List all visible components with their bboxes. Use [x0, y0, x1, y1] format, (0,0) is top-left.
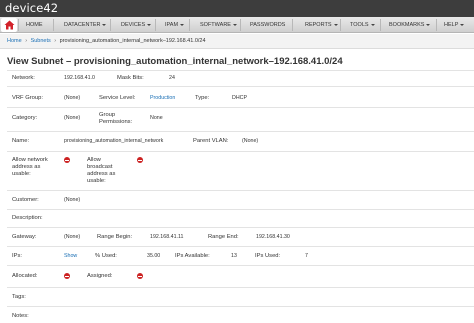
service-level-label: Service Level: [99, 95, 136, 101]
no-icon [64, 273, 70, 279]
home-icon [4, 20, 14, 30]
nav-help[interactable]: HELP [444, 17, 465, 33]
category-label: Category: [12, 115, 38, 121]
no-icon [137, 157, 143, 163]
row-divider [7, 227, 474, 228]
row-divider [7, 246, 474, 247]
row-divider [7, 209, 474, 210]
range-end-label: Range End: [208, 234, 239, 240]
chevron-down-icon [180, 23, 185, 26]
nav-separator [380, 19, 381, 31]
top-bar: device42 [0, 0, 474, 17]
network-value: 192.168.41.0 [64, 75, 95, 81]
breadcrumb: Home › Subnets › provisioning_automation… [0, 34, 474, 49]
gateway-value: (None) [64, 234, 81, 240]
nav-tools[interactable]: TOOLS [350, 17, 375, 33]
chevron-down-icon [232, 23, 237, 26]
home-button[interactable] [1, 18, 17, 32]
service-level-link[interactable]: Production [150, 95, 175, 101]
nav-separator [18, 19, 19, 31]
nav-separator [340, 19, 341, 31]
pct-used-label: % Used: [95, 253, 117, 259]
row-divider [7, 306, 474, 307]
no-icon [137, 273, 143, 279]
range-end-value: 192.168.41.30 [256, 234, 290, 240]
main-nav: HOME DATACENTER DEVICES IPAM SOFTWARE PA… [0, 17, 474, 33]
ips-label: IPs: [12, 253, 22, 259]
chevron-down-icon [370, 23, 375, 26]
allow-broadcast-label: Allow broadcast address as usable: [87, 157, 116, 184]
name-label: Name: [12, 138, 30, 144]
parent-vlan-label: Parent VLAN: [193, 138, 229, 144]
allocated-label: Allocated: [12, 273, 38, 279]
mask-bits-label: Mask Bits: [117, 75, 144, 81]
assigned-label: Assigned: [87, 273, 113, 279]
row-divider [7, 107, 474, 108]
row-divider [7, 151, 474, 152]
name-value: provisioning_automation_internal_network [64, 138, 164, 144]
range-begin-value: 192.168.41.11 [150, 234, 184, 240]
row-divider [7, 265, 474, 266]
nav-datacenter[interactable]: DATACENTER [64, 17, 107, 33]
parent-vlan-value: (None) [242, 138, 259, 144]
ips-available-label: IPs Available: [175, 253, 210, 259]
nav-separator [110, 19, 111, 31]
pct-used-value: 35.00 [147, 253, 161, 259]
row-divider [7, 287, 474, 288]
chevron-down-icon [102, 23, 107, 26]
breadcrumb-current: provisioning_automation_internal_network… [59, 38, 206, 44]
chevron-down-icon [147, 23, 152, 26]
vrf-group-label: VRF Group: [12, 95, 43, 101]
row-divider [7, 190, 474, 191]
group-permissions-value: None [150, 115, 163, 121]
tags-label: Tags: [12, 294, 26, 300]
nav-separator [155, 19, 156, 31]
network-label: Network: [12, 75, 35, 81]
nav-separator [240, 19, 241, 31]
brand-logo[interactable]: device42 [5, 1, 58, 15]
chevron-down-icon [333, 23, 338, 26]
breadcrumb-separator: › [25, 38, 28, 44]
nav-separator [189, 19, 190, 31]
notes-label: Notes: [12, 313, 29, 319]
row-divider [7, 131, 474, 132]
allow-network-label: Allow network address as usable: [12, 157, 48, 177]
row-divider [7, 86, 474, 87]
breadcrumb-separator: › [54, 38, 57, 44]
page-title: View Subnet – provisioning_automation_in… [7, 56, 343, 67]
chevron-down-icon [460, 23, 465, 26]
range-begin-label: Range Begin: [97, 234, 133, 240]
vrf-group-value: (None) [64, 95, 81, 101]
no-icon [64, 157, 70, 163]
nav-home[interactable]: HOME [26, 17, 43, 33]
ips-available-value: 13 [231, 253, 237, 259]
nav-reports[interactable]: REPORTS [305, 17, 338, 33]
nav-separator [53, 19, 54, 31]
nav-separator [292, 19, 293, 31]
gateway-label: Gateway: [12, 234, 37, 240]
nav-bookmarks[interactable]: BOOKMARKS [389, 17, 431, 33]
breadcrumb-home[interactable]: Home [7, 38, 22, 44]
ips-used-label: IPs Used: [255, 253, 281, 259]
nav-software[interactable]: SOFTWARE [200, 17, 237, 33]
type-label: Type: [195, 95, 210, 101]
description-label: Description: [12, 215, 43, 221]
row-divider [7, 70, 474, 71]
chevron-down-icon [426, 23, 431, 26]
nav-devices[interactable]: DEVICES [121, 17, 152, 33]
nav-separator [436, 19, 437, 31]
ips-used-value: 7 [305, 253, 308, 259]
nav-passwords[interactable]: PASSWORDS [250, 17, 285, 33]
customer-value: (None) [64, 197, 81, 203]
group-permissions-label: Group Permissions: [99, 112, 133, 125]
category-value: (None) [64, 115, 81, 121]
nav-ipam[interactable]: IPAM [165, 17, 185, 33]
ips-show-link[interactable]: Show [64, 253, 77, 259]
breadcrumb-subnets[interactable]: Subnets [31, 38, 51, 44]
customer-label: Customer: [12, 197, 39, 203]
mask-bits-value: 24 [169, 75, 175, 81]
type-value: DHCP [232, 95, 248, 101]
